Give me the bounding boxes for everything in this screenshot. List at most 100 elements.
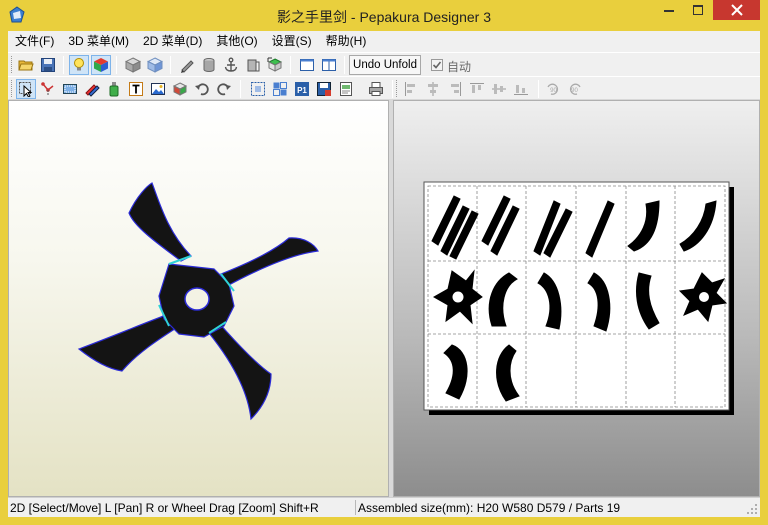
maximize-button[interactable] [684, 0, 711, 20]
align-bottom-icon [514, 85, 528, 95]
print-save-icon [317, 82, 331, 96]
dual-view-button[interactable] [319, 55, 339, 75]
pencil-color-icon [85, 84, 100, 97]
toolbar-separator [538, 80, 539, 98]
rotate-90-right-icon: 90 [569, 83, 581, 95]
pencil-icon [181, 60, 194, 73]
arrange-icon [273, 82, 287, 96]
arrange-button[interactable] [270, 79, 290, 99]
svg-text:90: 90 [571, 88, 578, 94]
page-p1-button[interactable]: P1 [292, 79, 312, 99]
menu-file[interactable]: 文件(F) [8, 31, 61, 52]
toolbar-grip[interactable] [11, 56, 14, 73]
title-bar: 影之手里剑 - Pepakura Designer 3 [0, 0, 768, 31]
paint-tool-button[interactable] [82, 79, 102, 99]
open-button[interactable] [16, 55, 36, 75]
print-button[interactable] [366, 79, 386, 99]
align-bottom-button[interactable] [511, 79, 531, 99]
single-view-button[interactable] [297, 55, 317, 75]
edge-tool-button[interactable] [38, 79, 58, 99]
shuriken-hole [184, 287, 210, 311]
flap-tool-button[interactable] [104, 79, 124, 99]
cube-arrow-icon [267, 57, 283, 72]
anchor-button[interactable] [221, 55, 241, 75]
status-hint: 2D [Select/Move] L [Pan] R or Wheel Drag… [10, 501, 319, 515]
rotate-90-left-button[interactable]: 90 [543, 79, 563, 99]
rotate-right-icon [217, 83, 231, 96]
menu-help[interactable]: 帮助(H) [319, 31, 374, 52]
blue-box-icon [147, 57, 163, 73]
image-tool-button[interactable] [148, 79, 168, 99]
edit-toolbar: P1 90 90 [8, 76, 760, 100]
print-save-button[interactable] [314, 79, 334, 99]
undo-unfold-button[interactable]: Undo Unfold [349, 55, 421, 75]
align-center-button[interactable] [423, 79, 443, 99]
move-tool-button[interactable] [170, 79, 190, 99]
page-setup-button[interactable] [336, 79, 356, 99]
shuriken-blade-bottom [208, 322, 272, 421]
align-left-button[interactable] [401, 79, 421, 99]
part-star-hole [698, 291, 710, 303]
auto-checkbox[interactable] [431, 59, 443, 71]
2d-view[interactable] [393, 100, 760, 497]
rotate-right-button[interactable] [214, 79, 234, 99]
maximize-icon [692, 5, 703, 15]
image-icon [151, 83, 165, 95]
status-assembled-size: Assembled size(mm): H20 W580 D579 / Part… [358, 501, 621, 515]
menu-2d[interactable]: 2D 菜单(D) [136, 31, 209, 52]
printer-icon [369, 82, 383, 96]
menu-bar: 文件(F) 3D 菜单(M) 2D 菜单(D) 其他(O) 设置(S) 帮助(H… [8, 31, 760, 52]
toolbar-grip[interactable] [11, 80, 14, 97]
light-bulb-icon [74, 58, 84, 71]
menu-settings[interactable]: 设置(S) [265, 31, 319, 52]
toolbar-separator [116, 56, 117, 74]
edge-edit-icon [41, 82, 54, 96]
3d-model-canvas[interactable] [9, 101, 388, 496]
texture-tool-button[interactable] [60, 79, 80, 99]
3d-view[interactable] [8, 100, 389, 497]
rotate-left-icon [195, 83, 209, 96]
toolbar-grip[interactable] [396, 80, 399, 97]
bag-button[interactable] [243, 55, 263, 75]
toolbar-separator [344, 56, 345, 74]
align-middle-icon [492, 84, 506, 94]
box-select-button[interactable] [248, 79, 268, 99]
svg-text:90: 90 [550, 88, 557, 94]
resize-grip-icon[interactable] [746, 503, 758, 515]
cylinder-button[interactable] [199, 55, 219, 75]
light-button[interactable] [69, 55, 89, 75]
align-top-icon [470, 83, 484, 93]
rotate-left-button[interactable] [192, 79, 212, 99]
cube-move-icon [172, 82, 188, 96]
texture-view-button[interactable] [91, 55, 111, 75]
2d-pattern-canvas[interactable] [394, 101, 759, 496]
align-top-button[interactable] [467, 79, 487, 99]
select-tool-button[interactable] [16, 79, 36, 99]
cube-arrow-button[interactable] [265, 55, 285, 75]
minimize-button[interactable] [655, 0, 682, 20]
align-middle-button[interactable] [489, 79, 509, 99]
select-arrow-icon [19, 82, 33, 97]
save-button[interactable] [38, 55, 58, 75]
single-view-icon [300, 59, 314, 71]
auto-checkbox-label[interactable]: 自动 [447, 58, 471, 75]
texture-icon [63, 84, 77, 94]
align-right-button[interactable] [445, 79, 465, 99]
toolbar-separator [63, 56, 64, 74]
anchor-icon [224, 57, 238, 72]
status-divider [355, 500, 356, 515]
text-tool-button[interactable] [126, 79, 146, 99]
shuriken-blade-top [128, 182, 192, 262]
wireframe-button[interactable] [123, 55, 143, 75]
rotate-90-right-button[interactable]: 90 [565, 79, 585, 99]
window-title: 影之手里剑 - Pepakura Designer 3 [277, 9, 491, 25]
dual-view-icon [322, 59, 336, 71]
menu-other[interactable]: 其他(O) [209, 31, 264, 52]
align-center-icon [428, 82, 438, 96]
save-icon [41, 58, 55, 72]
pencil-button[interactable] [177, 55, 197, 75]
shaded-button[interactable] [145, 55, 165, 75]
close-button[interactable] [713, 0, 760, 20]
select-box-icon [251, 82, 265, 96]
menu-3d[interactable]: 3D 菜单(M) [61, 31, 136, 52]
